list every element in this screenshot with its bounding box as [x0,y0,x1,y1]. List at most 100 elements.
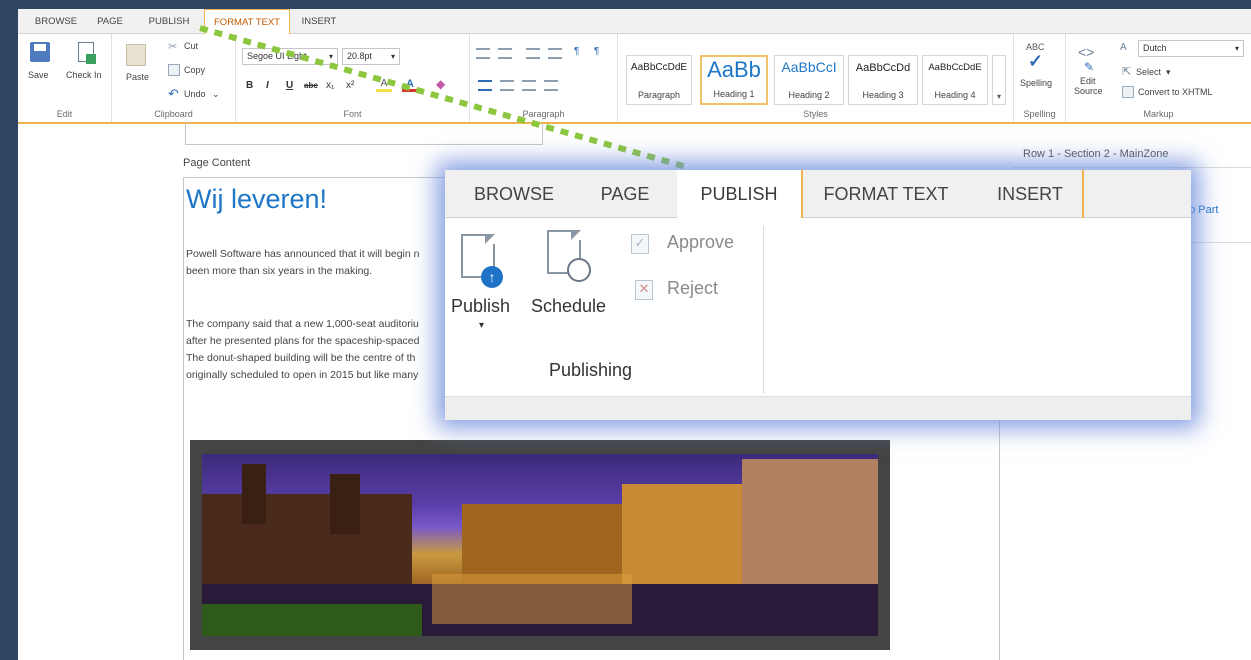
publish-button[interactable]: ↑ Publish ▾ [449,230,523,340]
save-icon [30,42,50,62]
page-heading: Wij leveren! [186,184,328,214]
publishing-group-label: Publishing [549,360,633,380]
check-in-label: Check In [66,70,102,80]
tab-separator [1082,170,1084,218]
styles-expand-icon[interactable]: ▾ [992,55,1006,105]
superscript-button[interactable]: x² [346,80,354,91]
style-heading-2[interactable]: AaBbCcI Heading 2 [774,55,844,105]
align-right-icon[interactable] [522,80,536,91]
justify-icon[interactable] [544,80,558,91]
style-heading-1[interactable]: AaBb Heading 1 [700,55,768,105]
tab-format-text[interactable]: FORMAT TEXT [204,9,290,35]
group-styles-label: Styles [803,109,828,119]
tab-browse[interactable]: BROWSE [30,9,82,34]
align-center-icon[interactable] [500,80,514,91]
save-button[interactable]: Save [24,42,56,92]
clear-format-icon[interactable]: ◆ [436,77,445,91]
group-markup: <> ✎ Edit Source A Dutch ▾ ⇱ Select ▾ Co… [1066,34,1251,122]
italic-button[interactable]: I [266,80,269,91]
tab-separator [801,170,803,218]
bullet-list-icon[interactable] [476,48,490,59]
style-heading-3[interactable]: AaBbCcDd Heading 3 [848,55,918,105]
checkmark-icon: ✓ [1028,51,1044,71]
callout-tab-page[interactable]: PAGE [585,170,665,218]
callout-tab-format-text[interactable]: FORMAT TEXT [807,170,965,218]
chevron-down-icon: ▾ [390,52,395,61]
text-line: The donut-shaped building will be the ce… [186,352,416,364]
style-sample: AaBb [707,57,761,82]
group-clipboard-label: Clipboard [154,109,193,119]
title-field[interactable] [185,123,543,145]
undo-button[interactable]: ↶ Undo ⌄ [168,86,232,102]
rtl-icon[interactable]: ¶ [594,46,599,57]
indent-icon[interactable] [548,48,562,59]
edit-source-button[interactable]: <> ✎ Edit Source [1072,44,1110,100]
tab-page[interactable]: PAGE [90,9,130,34]
callout-tab-insert[interactable]: INSERT [985,170,1075,218]
callout-tab-publish[interactable]: PUBLISH [677,170,801,219]
callout-tab-browse[interactable]: BROWSE [459,170,569,218]
ltr-icon[interactable]: ¶ [574,46,579,57]
convert-xhtml-button[interactable]: Convert to XHTML [1122,86,1248,100]
undo-dropdown-icon[interactable]: ⌄ [212,89,220,100]
outdent-icon[interactable] [526,48,540,59]
spelling-button[interactable]: ABC ✓ Spelling [1018,42,1062,100]
numbered-list-icon[interactable] [498,48,512,59]
paste-button[interactable]: Paste [120,42,154,94]
group-separator [763,226,764,394]
cursor-icon: ⇱ [1122,66,1132,78]
reject-button[interactable]: ✕ Reject [631,278,757,304]
language-value: Dutch [1143,43,1167,53]
text-line: originally scheduled to open in 2015 but… [186,369,419,381]
underline-button[interactable]: U [286,80,293,91]
language-icon: A [1120,42,1127,53]
language-select[interactable]: Dutch ▾ [1138,40,1244,57]
convert-label: Convert to XHTML [1138,87,1213,97]
highlight-icon[interactable]: A [376,78,392,92]
text-line: Powell Software has announced that it wi… [186,248,420,260]
strikethrough-button[interactable]: abc [304,81,318,90]
style-sample: AaBbCcI [781,59,837,75]
check-in-button[interactable]: Check In [62,42,108,92]
paragraph-1: Powell Software has announced that it wi… [186,246,419,280]
style-name: Heading 4 [934,90,976,100]
approve-label: Approve [667,232,735,252]
chevron-down-icon: ▾ [1234,44,1239,53]
copy-label: Copy [184,65,206,75]
image-banner[interactable] [190,440,890,650]
edit-source-label-2: Source [1074,86,1103,96]
tab-publish[interactable]: PUBLISH [140,9,198,34]
style-paragraph[interactable]: AaBbCcDdE Paragraph [626,55,692,105]
paste-label: Paste [126,72,150,82]
group-edit-label: Edit [56,109,73,119]
style-heading-4[interactable]: AaBbCcDdE Heading 4 [922,55,988,105]
bold-button[interactable]: B [246,80,253,91]
pencil-icon: ✎ [1084,60,1095,74]
ribbon-tabs: BROWSE PAGE PUBLISH FORMAT TEXT INSERT [18,9,1251,35]
style-name: Paragraph [637,90,681,100]
publishing-group: ↑ Publish ▾ Schedule ✓ Approve ✕ Reject … [445,218,1191,396]
group-spelling: ABC ✓ Spelling Spelling [1014,34,1066,122]
font-color-icon[interactable]: A [402,78,418,92]
select-button[interactable]: ⇱ Select ▾ [1122,66,1202,80]
group-markup-label: Markup [1143,109,1174,119]
chevron-down-icon: ▾ [328,52,333,61]
font-family-value: Segoe UI Light [247,51,307,61]
reject-label: Reject [667,278,719,298]
scissors-icon: ✂ [168,41,178,53]
group-spelling-label: Spelling [1023,109,1056,119]
font-size-select[interactable]: 20.8pt ▾ [342,48,400,65]
style-sample: AaBbCcDdE [928,62,982,73]
tab-insert[interactable]: INSERT [294,9,344,34]
code-icon: <> [1078,44,1095,60]
approve-button[interactable]: ✓ Approve [631,232,757,258]
group-font: Segoe UI Light ▾ 20.8pt ▾ B I U abc x₁ x… [236,34,470,122]
copy-button[interactable]: Copy [168,64,228,78]
align-left-icon[interactable] [478,80,492,91]
cut-button[interactable]: ✂ Cut [168,40,228,54]
group-paragraph: ¶ ¶ Paragraph [470,34,618,122]
font-family-select[interactable]: Segoe UI Light ▾ [242,48,338,65]
subscript-button[interactable]: x₁ [326,80,334,91]
schedule-button[interactable]: Schedule [529,230,621,320]
page-content-label: Page Content [183,157,251,169]
